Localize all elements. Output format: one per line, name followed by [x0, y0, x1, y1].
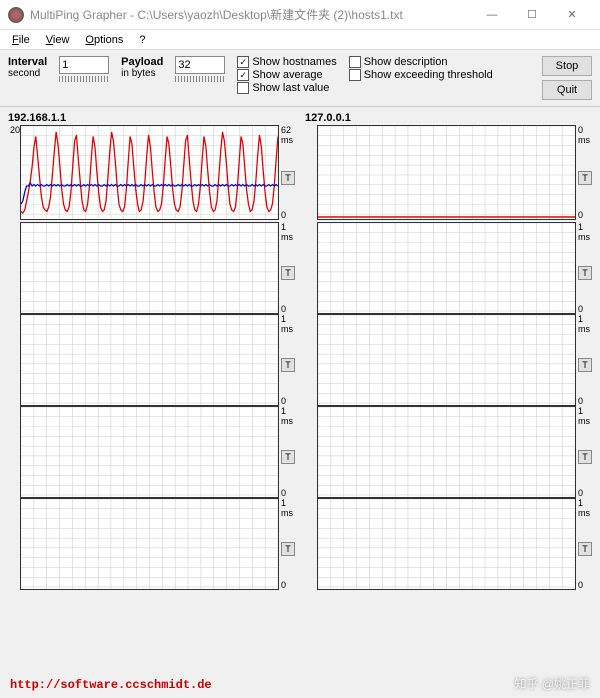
menubar: File View Options ? — [0, 30, 600, 50]
host2-label: 127.0.0.1 — [303, 111, 594, 125]
chart-empty[interactable] — [317, 498, 576, 590]
y-max: 1 — [281, 314, 286, 324]
threshold-button[interactable]: T — [281, 358, 295, 372]
threshold-button[interactable]: T — [281, 266, 295, 280]
threshold-button[interactable]: T — [578, 266, 592, 280]
cb-show-description-label: Show description — [364, 56, 448, 68]
threshold-button[interactable]: T — [578, 542, 592, 556]
menu-view[interactable]: View — [38, 32, 78, 48]
chart-empty[interactable] — [20, 222, 279, 314]
chart-host2[interactable] — [317, 125, 576, 220]
titlebar: MultiPing Grapher - C:\Users\yaozh\Deskt… — [0, 0, 600, 30]
cb-show-description[interactable] — [349, 56, 361, 68]
chart-empty[interactable] — [20, 406, 279, 498]
stop-button[interactable]: Stop — [542, 56, 592, 76]
chart-empty[interactable] — [20, 498, 279, 590]
cb-show-hostnames-label: Show hostnames — [252, 56, 336, 68]
y-max: 1 — [578, 222, 583, 232]
toolbar: Interval second Payload in bytes Show ho… — [0, 50, 600, 107]
cb-show-exceeding[interactable] — [349, 69, 361, 81]
menu-options[interactable]: Options — [77, 32, 131, 48]
threshold-button[interactable]: T — [578, 450, 592, 464]
y-max: 1 — [578, 498, 583, 508]
y-zero: 0 — [281, 210, 286, 220]
interval-label: Interval — [8, 56, 47, 68]
interval-input[interactable] — [59, 56, 109, 74]
interval-group: Interval second — [8, 56, 47, 79]
cb-show-average[interactable] — [237, 69, 249, 81]
close-button[interactable]: ✕ — [552, 3, 592, 27]
charts-area: 192.168.1.1 20 62ms T 0 127.0.0.1 — [0, 107, 600, 594]
y-max: 1 — [281, 222, 286, 232]
y-max: 1 — [281, 498, 286, 508]
threshold-button[interactable]: T — [578, 171, 592, 185]
watermark: 知乎 @姚正菲 — [514, 675, 590, 692]
payload-group: Payload in bytes — [121, 56, 163, 79]
payload-label: Payload — [121, 56, 163, 68]
app-icon — [8, 7, 24, 23]
chart-empty[interactable] — [317, 406, 576, 498]
chart-host1[interactable] — [20, 125, 279, 220]
threshold-button[interactable]: T — [578, 358, 592, 372]
interval-sub: second — [8, 68, 47, 79]
chart-empty[interactable] — [317, 222, 576, 314]
cb-show-exceeding-label: Show exceeding threshold — [364, 69, 493, 81]
y-max: 1 — [578, 314, 583, 324]
threshold-button[interactable]: T — [281, 171, 295, 185]
y-max: 1 — [578, 406, 583, 416]
ms-label: ms — [281, 135, 293, 145]
cb-show-average-label: Show average — [252, 69, 322, 81]
maximize-button[interactable]: ☐ — [512, 3, 552, 27]
interval-slider[interactable] — [59, 76, 109, 82]
footer-link[interactable]: http://software.ccschmidt.de — [10, 678, 212, 692]
cb-show-last-label: Show last value — [252, 82, 329, 94]
payload-sub: in bytes — [121, 68, 163, 79]
menu-file[interactable]: File — [4, 32, 38, 48]
menu-help[interactable]: ? — [131, 32, 153, 48]
threshold-button[interactable]: T — [281, 450, 295, 464]
y-max-left: 20 — [6, 125, 20, 220]
quit-button[interactable]: Quit — [542, 80, 592, 100]
chart-empty[interactable] — [317, 314, 576, 406]
host1-label: 192.168.1.1 — [6, 111, 297, 125]
window-title: MultiPing Grapher - C:\Users\yaozh\Deskt… — [30, 6, 472, 23]
minimize-button[interactable]: — — [472, 3, 512, 27]
payload-slider[interactable] — [175, 76, 225, 82]
cb-show-hostnames[interactable] — [237, 56, 249, 68]
threshold-button[interactable]: T — [281, 542, 295, 556]
y-max-right: 62 — [281, 125, 291, 135]
cb-show-last[interactable] — [237, 82, 249, 94]
chart-empty[interactable] — [20, 314, 279, 406]
y-max: 1 — [281, 406, 286, 416]
payload-input[interactable] — [175, 56, 225, 74]
